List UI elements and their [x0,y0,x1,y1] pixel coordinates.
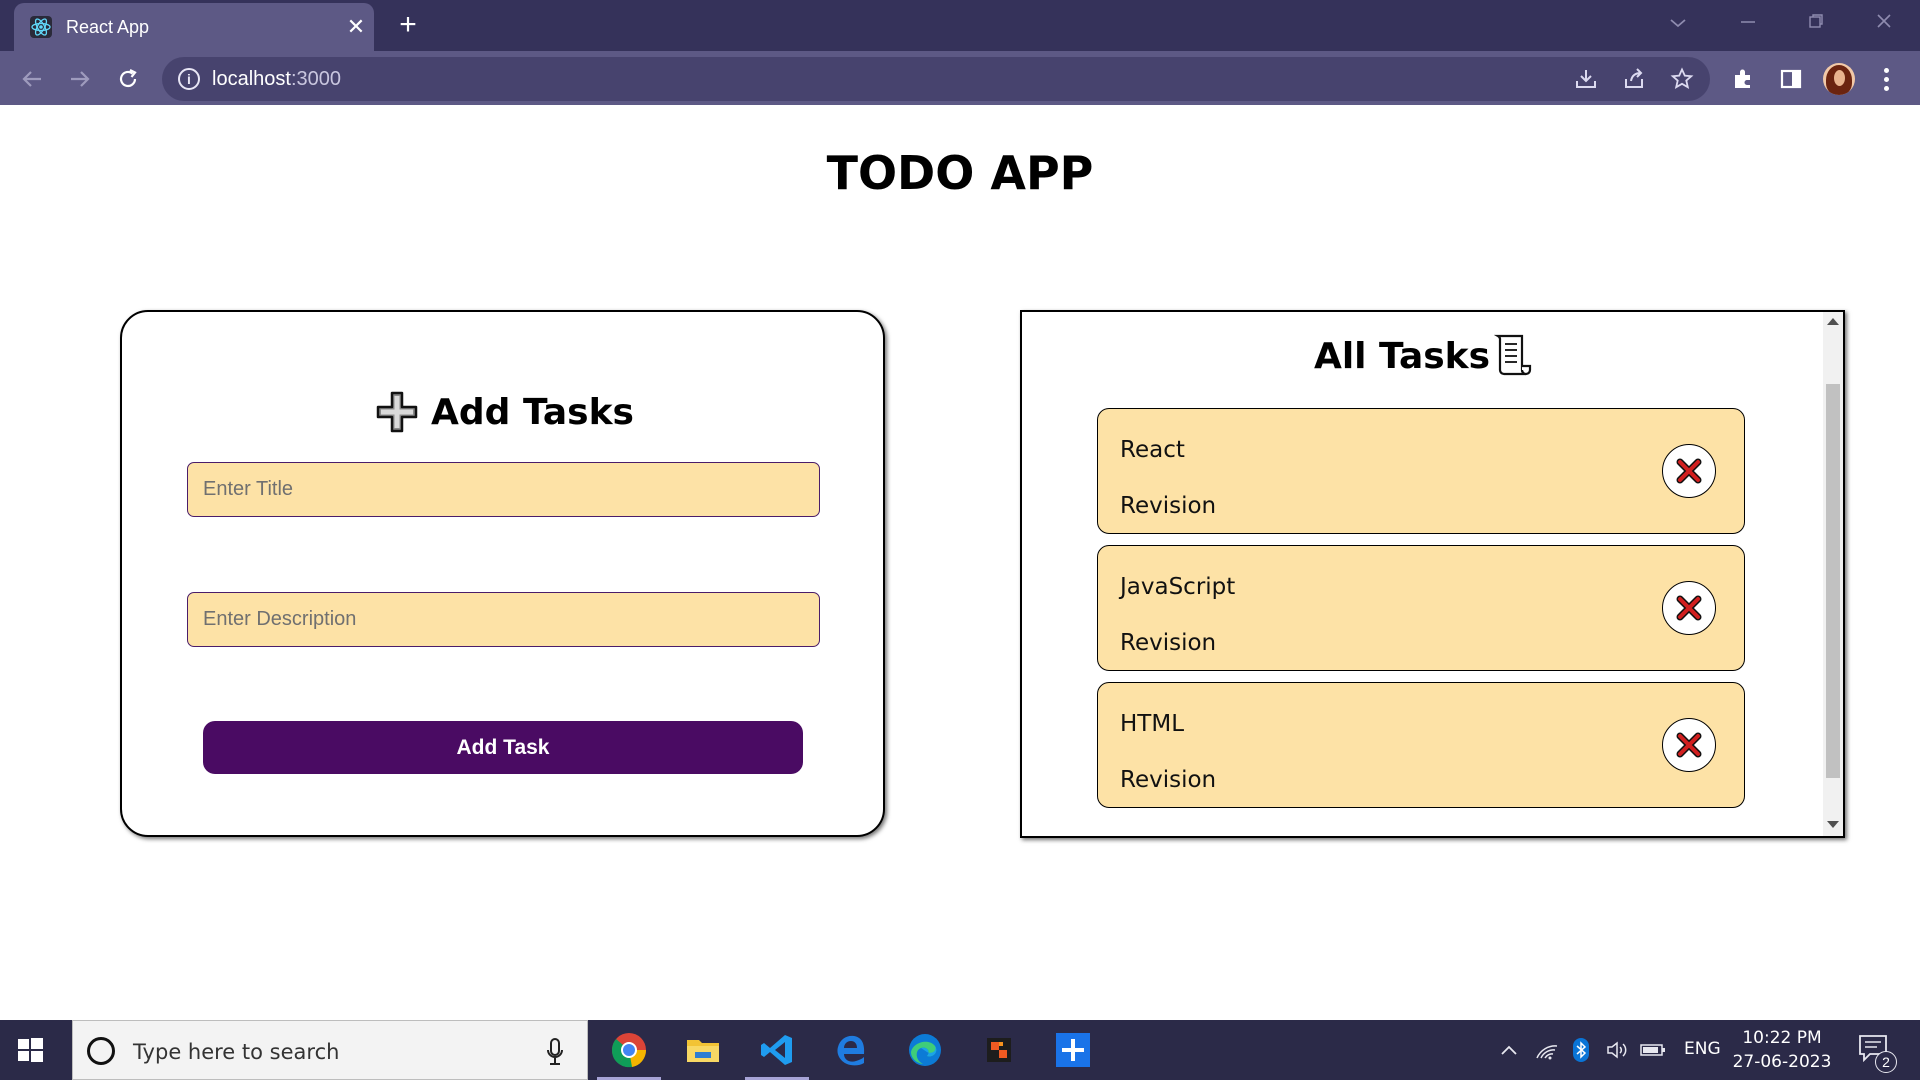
cortana-circle-icon [87,1037,115,1065]
url-port: :3000 [290,68,341,90]
side-panel-icon[interactable] [1775,63,1807,95]
scroll-icon [1493,332,1532,381]
task-description: Revision [1120,767,1217,793]
minimize-icon[interactable] [1728,8,1768,38]
title-input[interactable] [187,462,820,517]
add-task-button[interactable]: Add Task [203,721,803,774]
delete-task-button[interactable] [1662,718,1716,772]
input-language[interactable]: ENG [1684,1039,1721,1059]
delete-task-button[interactable] [1662,581,1716,635]
tab-close-icon[interactable]: ✕ [338,14,374,40]
folder-icon[interactable] [667,1020,739,1080]
address-bar[interactable]: i localhost:3000 [162,57,1710,101]
microphone-icon[interactable] [545,1037,565,1067]
task-title: HTML [1120,711,1185,737]
back-arrow-icon[interactable] [14,61,50,97]
share-icon[interactable] [1620,65,1648,93]
description-input[interactable] [187,592,820,647]
browser-tab[interactable]: React App ✕ [14,3,374,51]
task-description: Revision [1120,493,1217,519]
tray-chevron-up-icon[interactable] [1496,1038,1522,1062]
plus-icon [375,390,419,434]
close-x-icon [1676,732,1702,758]
volume-icon[interactable] [1604,1038,1630,1062]
system-clock[interactable]: 10:22 PM 27-06-2023 [1730,1026,1834,1074]
app-icon-orange[interactable] [963,1020,1035,1080]
close-x-icon [1676,595,1702,621]
tab-title: React App [66,16,150,37]
taskbar-search-placeholder: Type here to search [133,1040,340,1064]
install-app-icon[interactable] [1572,65,1600,93]
taskbar-search-box[interactable]: Type here to search [72,1020,588,1080]
notification-count-badge: 2 [1875,1051,1897,1073]
reload-icon[interactable] [110,61,146,97]
all-tasks-card: All Tasks React Revision JavaScript Revi… [1020,310,1845,838]
browser-toolbar: i localhost:3000 [0,51,1920,105]
task-item: JavaScript Revision [1097,545,1745,671]
windows-icon[interactable] [14,1034,54,1066]
forward-arrow-icon[interactable] [62,61,98,97]
battery-icon[interactable] [1640,1038,1666,1062]
all-tasks-heading-text: All Tasks [1313,336,1491,377]
url-host: localhost [212,68,291,90]
browser-menu-icon[interactable] [1874,63,1898,95]
chrome-icon[interactable] [593,1020,665,1080]
tasks-scrollbar[interactable] [1823,312,1843,836]
page-title: TODO APP [826,146,1094,200]
edge-icon[interactable] [889,1020,961,1080]
clock-time: 10:22 PM [1742,1028,1822,1048]
restore-icon[interactable] [1796,8,1836,38]
bluetooth-icon[interactable] [1568,1038,1594,1062]
site-info-icon[interactable]: i [178,68,200,90]
scroll-down-arrow-icon[interactable] [1827,821,1839,828]
extensions-puzzle-icon[interactable] [1727,63,1759,95]
network-icon[interactable] [1534,1038,1560,1062]
windows-taskbar: Type here to search ENG 10:22 PM 27-06-2… [0,1020,1920,1080]
scroll-up-arrow-icon[interactable] [1827,318,1839,325]
task-title: JavaScript [1120,574,1236,600]
scrollbar-thumb[interactable] [1826,384,1840,778]
window-close-icon[interactable] [1864,8,1904,38]
react-logo-icon [30,16,52,38]
tab-search-chevron-icon[interactable] [1658,8,1698,38]
vscode-icon[interactable] [741,1020,813,1080]
task-item: React Revision [1097,408,1745,534]
add-tasks-heading-text: Add Tasks [431,391,634,433]
add-tasks-heading: Add Tasks [122,390,887,434]
close-x-icon [1676,458,1702,484]
new-tab-button[interactable]: + [390,8,426,44]
browser-titlebar: React App ✕ + [0,0,1920,51]
bookmark-star-icon[interactable] [1668,65,1696,93]
task-description: Revision [1120,630,1217,656]
url-text[interactable]: localhost:3000 [212,68,341,91]
all-tasks-heading: All Tasks [1022,332,1824,381]
profile-avatar[interactable] [1823,63,1855,95]
task-item: HTML Revision [1097,682,1745,808]
plus-app-icon[interactable] [1037,1020,1109,1080]
edge-legacy-icon[interactable] [815,1020,887,1080]
delete-task-button[interactable] [1662,444,1716,498]
clock-date: 27-06-2023 [1732,1052,1832,1072]
add-task-card: Add Tasks Add Task [120,310,885,837]
task-title: React [1120,437,1185,463]
